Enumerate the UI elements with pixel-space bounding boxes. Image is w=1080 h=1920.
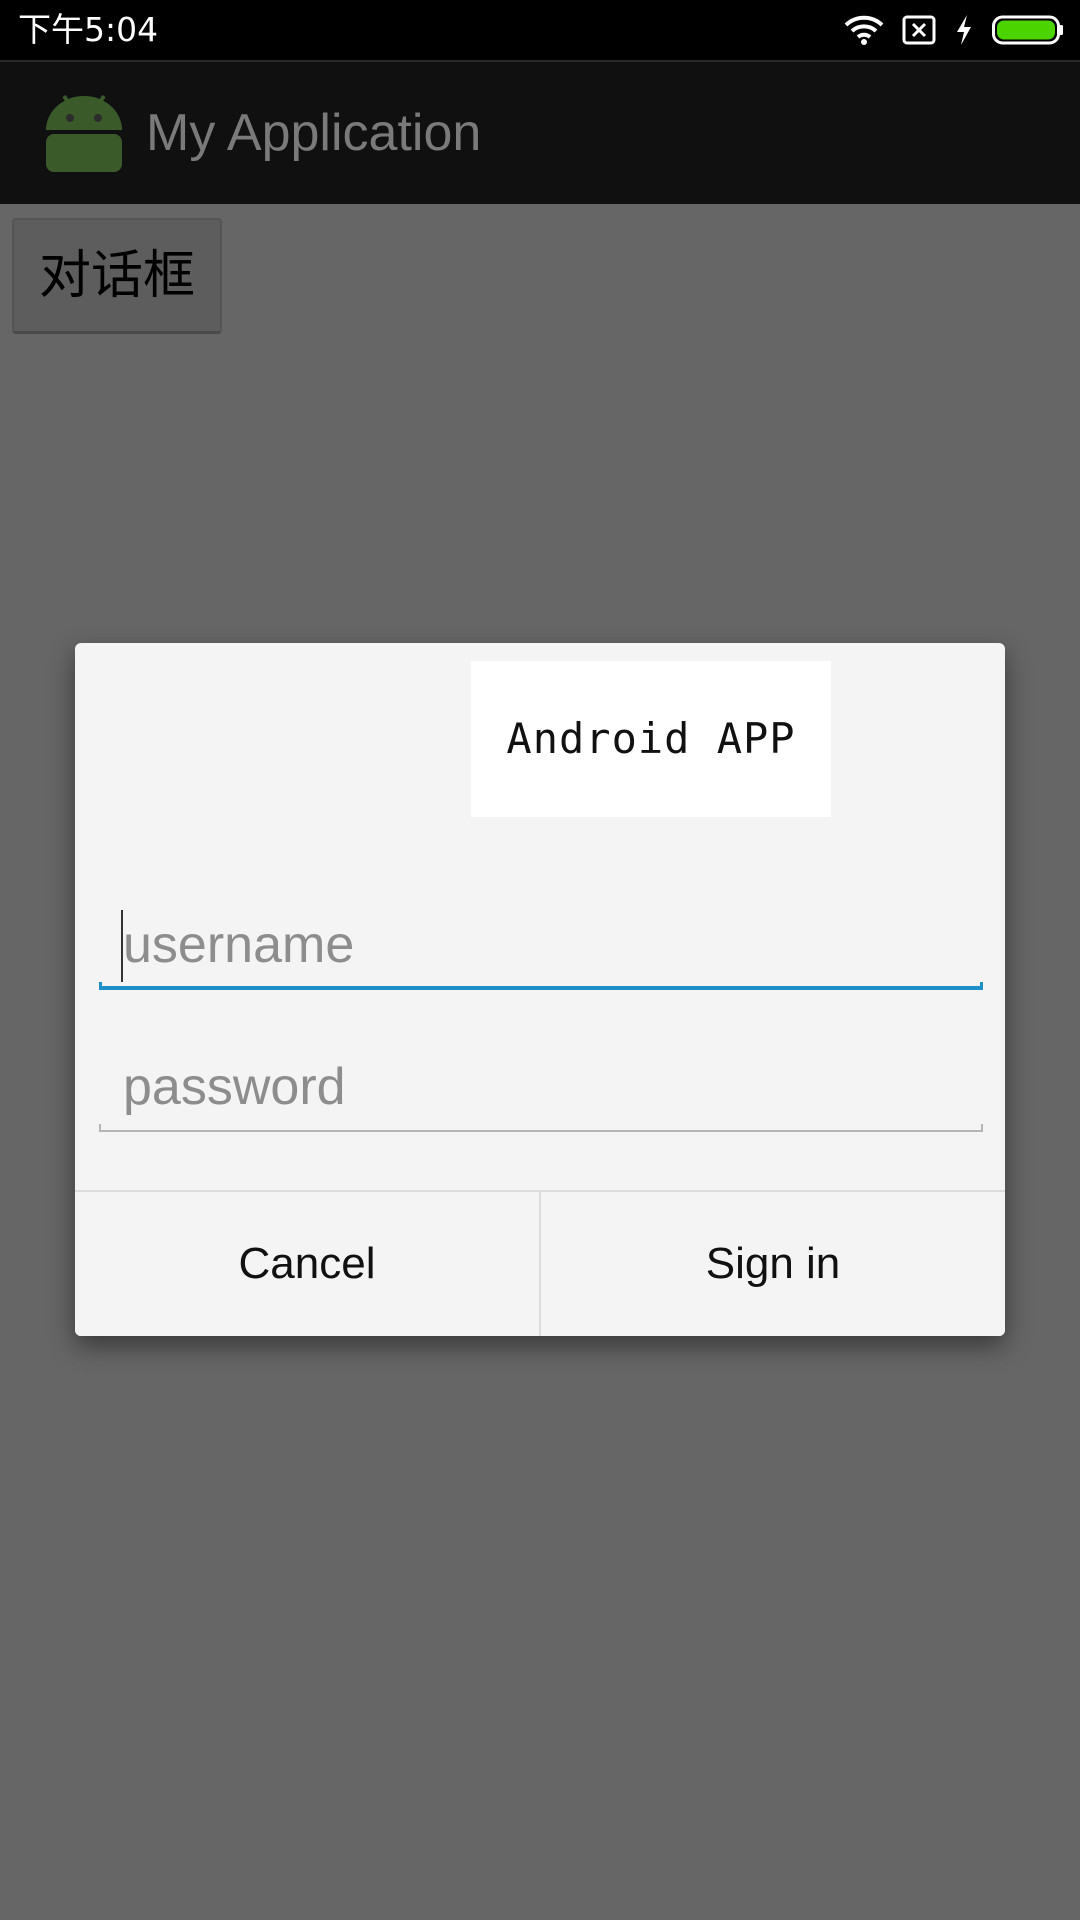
sign-in-button[interactable]: Sign in xyxy=(541,1192,1005,1336)
app-title: My Application xyxy=(146,104,482,162)
charging-icon xyxy=(954,14,974,46)
status-icons xyxy=(844,12,1064,48)
screen: 下午5:04 My Application 对话框 Android APP us… xyxy=(0,0,1080,1920)
android-icon xyxy=(44,90,124,174)
status-time: 下午5:04 xyxy=(18,10,159,49)
text-cursor xyxy=(121,910,123,982)
wifi-icon xyxy=(844,15,884,45)
dialog-button-bar: Cancel Sign in xyxy=(75,1190,1005,1336)
username-field-wrapper xyxy=(99,910,983,990)
password-field-wrapper xyxy=(99,1052,983,1132)
open-dialog-button[interactable]: 对话框 xyxy=(12,218,222,334)
dialog-logo-image: Android APP xyxy=(471,661,831,817)
password-underline xyxy=(99,1124,983,1132)
login-dialog: Android APP Cancel Sign in xyxy=(75,643,1005,1336)
status-bar: 下午5:04 xyxy=(0,0,1080,60)
username-field[interactable] xyxy=(99,910,983,980)
username-underline xyxy=(99,982,983,990)
cancel-button[interactable]: Cancel xyxy=(75,1192,539,1336)
no-sim-icon xyxy=(902,15,936,45)
password-field[interactable] xyxy=(99,1052,983,1122)
battery-icon xyxy=(992,15,1064,45)
action-bar: My Application xyxy=(0,60,1080,204)
